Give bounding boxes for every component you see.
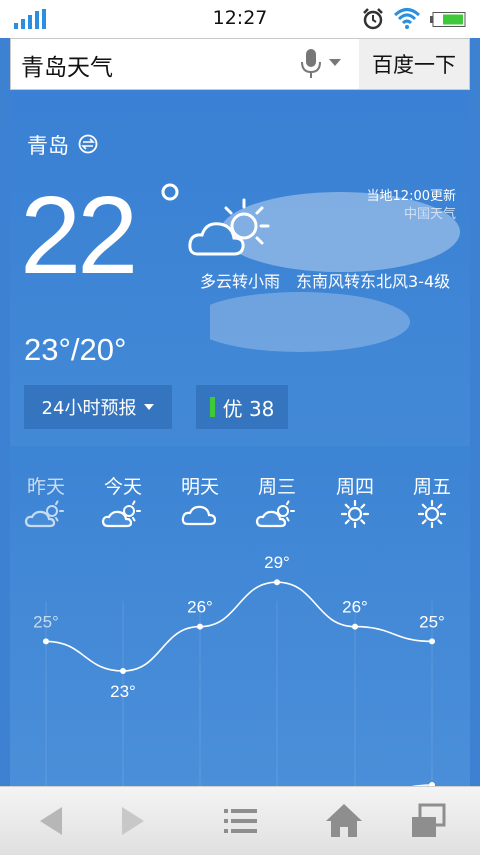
high-temp-label: 25° [419,612,445,631]
city-name[interactable]: 青岛 [27,130,69,160]
high-temp-point [429,638,435,645]
high-temp-point [352,623,358,630]
update-time: 当地12:00更新 [366,189,456,204]
degree-icon [161,183,179,201]
microphone-icon[interactable] [299,48,323,80]
high-temp-line [45,581,433,672]
search-bar: 青岛天气 百度一下 [10,38,470,90]
high-temp-label: 29° [264,553,290,572]
aqi-indicator [209,397,215,417]
wifi-icon [394,8,420,29]
update-info: 当地12:00更新 中国天气 [367,188,456,224]
data-source: 中国天气 [403,207,456,222]
high-temp-point [120,668,126,674]
partly-cloudy-icon [188,198,270,256]
bottom-navigation [0,786,480,855]
back-icon[interactable] [32,801,72,841]
chevron-down-icon[interactable] [329,59,341,67]
search-input[interactable]: 青岛天气 [10,38,360,90]
status-bar: 12:27 [0,0,480,38]
hourly-forecast-label: 24小时预报 [41,398,137,419]
high-temp-label: 26° [187,598,213,617]
high-temp-point [274,579,280,586]
windows-icon[interactable] [408,801,448,841]
search-query: 青岛天气 [21,55,113,81]
aqi-label: 优 38 [222,396,275,421]
forward-icon[interactable] [112,801,152,841]
battery-icon [430,12,466,27]
chevron-down-icon [144,404,155,410]
high-temp-point [197,623,203,630]
home-icon[interactable] [324,801,364,841]
temperature-range: 23°/20° [24,332,127,367]
high-temp-point [43,638,49,645]
switch-city-icon[interactable] [78,134,98,154]
high-temp-label: 23° [110,682,136,701]
hourly-forecast-button[interactable]: 24小时预报 [24,385,172,429]
current-temperature: 22 [20,174,138,297]
menu-icon[interactable] [220,801,260,841]
alarm-icon [363,8,383,30]
high-temp-label: 26° [342,598,368,617]
air-quality-badge[interactable]: 优 38 [196,385,288,429]
search-button[interactable]: 百度一下 [359,38,470,90]
weather-card: 青岛 22 当地12:00更新 中国天气 多云转小雨 东南风转东北风3-4级 2… [10,92,470,854]
high-temp-label: 25° [33,612,59,631]
weather-description: 多云转小雨 东南风转东北风3-4级 [200,272,451,291]
